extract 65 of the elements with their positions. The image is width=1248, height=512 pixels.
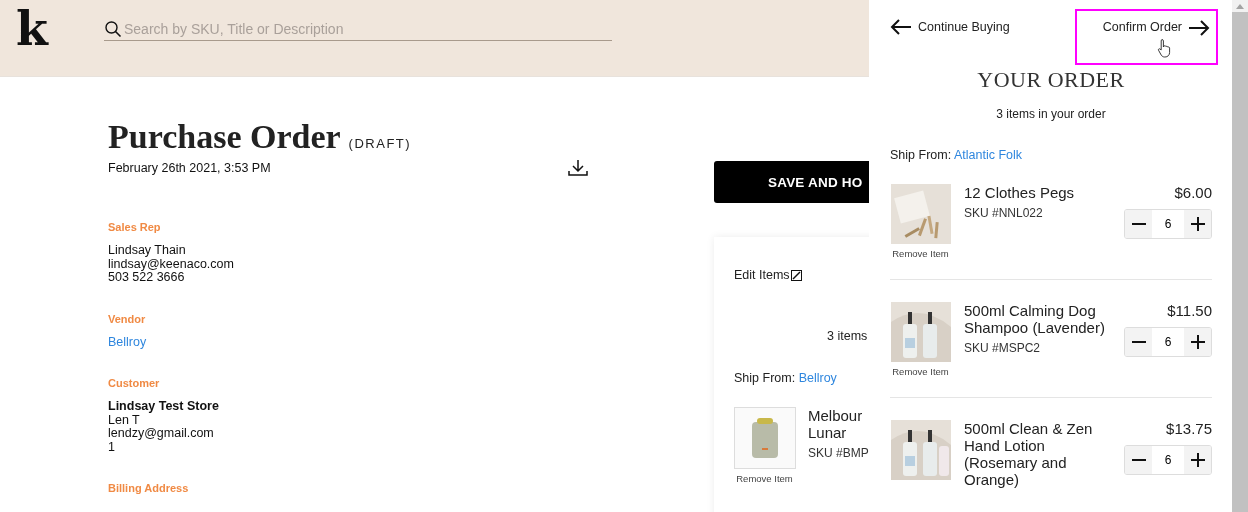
section-label: Billing Address (108, 482, 190, 494)
status-label: (DRAFT) (348, 136, 412, 151)
item-title: 12 Clothes Pegs (964, 184, 1076, 201)
items-count: 3 items in your order (995, 107, 1107, 121)
item-sku: SKU #NNL022 (964, 206, 1044, 220)
decrease-button[interactable] (1125, 446, 1152, 474)
vendor-link[interactable]: Atlantic Folk (953, 148, 1023, 162)
search-icon (104, 20, 122, 38)
search-bar[interactable]: Search by SKU, Title or Description (104, 18, 612, 41)
vendor-link[interactable]: Bellroy (798, 371, 837, 385)
remove-item-link[interactable]: Remove Item (892, 248, 949, 259)
decrease-button[interactable] (1125, 210, 1152, 238)
section-label: Vendor (108, 312, 147, 325)
logo[interactable]: k (16, 6, 48, 52)
download-icon[interactable] (568, 159, 588, 177)
remove-item-link[interactable]: Remove Item (892, 366, 949, 377)
quantity-stepper[interactable]: 6 (1124, 327, 1212, 357)
detail-text: 503 522 3666 (108, 271, 185, 285)
page-title: Purchase Order (108, 117, 341, 157)
hand-cursor-icon (1157, 38, 1173, 58)
item-price: $6.00 (1174, 184, 1212, 201)
detail-text: lindsay@keenaco.com (108, 257, 235, 271)
save-button[interactable]: SAVE AND HO (714, 161, 869, 203)
continue-buying-link[interactable]: Continue Buying (890, 19, 1010, 35)
increase-button[interactable] (1184, 328, 1211, 356)
detail-text: 1 (108, 440, 115, 454)
increase-button[interactable] (1184, 210, 1211, 238)
search-field[interactable]: Search by SKU, Title or Description (124, 21, 612, 37)
item-sku: SKU #MSPC2 (964, 341, 1042, 355)
quantity-stepper[interactable]: 6 (1124, 209, 1212, 239)
item-title: 500ml Calming Dog Shampoo (Lavender) (964, 302, 1106, 336)
detail-text: lendzy@gmail.com (108, 427, 215, 441)
edit-icon (790, 269, 802, 281)
arrow-left-icon (890, 19, 912, 35)
arrow-right-icon (1188, 20, 1210, 36)
ship-from-label: Ship From: (734, 371, 796, 385)
decrease-button[interactable] (1125, 328, 1152, 356)
order-date: February 26th 2021, 3:53 PM (108, 161, 271, 175)
section-label: Sales Rep (108, 221, 162, 233)
remove-item-link[interactable]: Remove Item (736, 473, 793, 484)
drawer-title: YOUR ORDER (976, 67, 1126, 93)
item-title: Lunar (808, 424, 848, 441)
plus-icon (1190, 335, 1205, 349)
detail-text: Len T (108, 413, 140, 427)
detail-text: Lindsay Test Store (108, 400, 220, 414)
detail-text: Lindsay Thain (108, 244, 187, 258)
confirm-order-button[interactable]: Confirm Order (1075, 9, 1218, 65)
plus-icon (1190, 453, 1205, 467)
plus-icon (1190, 217, 1205, 231)
edit-items-link[interactable]: Edit Items (734, 268, 802, 282)
item-price: $13.75 (1166, 420, 1212, 437)
section-label: Customer (108, 377, 161, 389)
item-price: $11.50 (1167, 302, 1212, 319)
minus-icon (1131, 341, 1146, 343)
minus-icon (1131, 223, 1146, 225)
increase-button[interactable] (1184, 446, 1211, 474)
items-count: 3 items (826, 329, 869, 343)
vendor-link[interactable]: Bellroy (108, 335, 714, 349)
ship-from-label: Ship From: (890, 148, 952, 162)
item-title: Melbour (808, 407, 864, 424)
quantity-stepper[interactable]: 6 (1124, 445, 1212, 475)
scrollbar[interactable] (1232, 0, 1248, 512)
item-sku: SKU #BMP (808, 446, 869, 460)
item-title: 500ml Clean & Zen Hand Lotion (Rosemary and Orange) (964, 420, 1094, 488)
minus-icon (1131, 459, 1146, 461)
